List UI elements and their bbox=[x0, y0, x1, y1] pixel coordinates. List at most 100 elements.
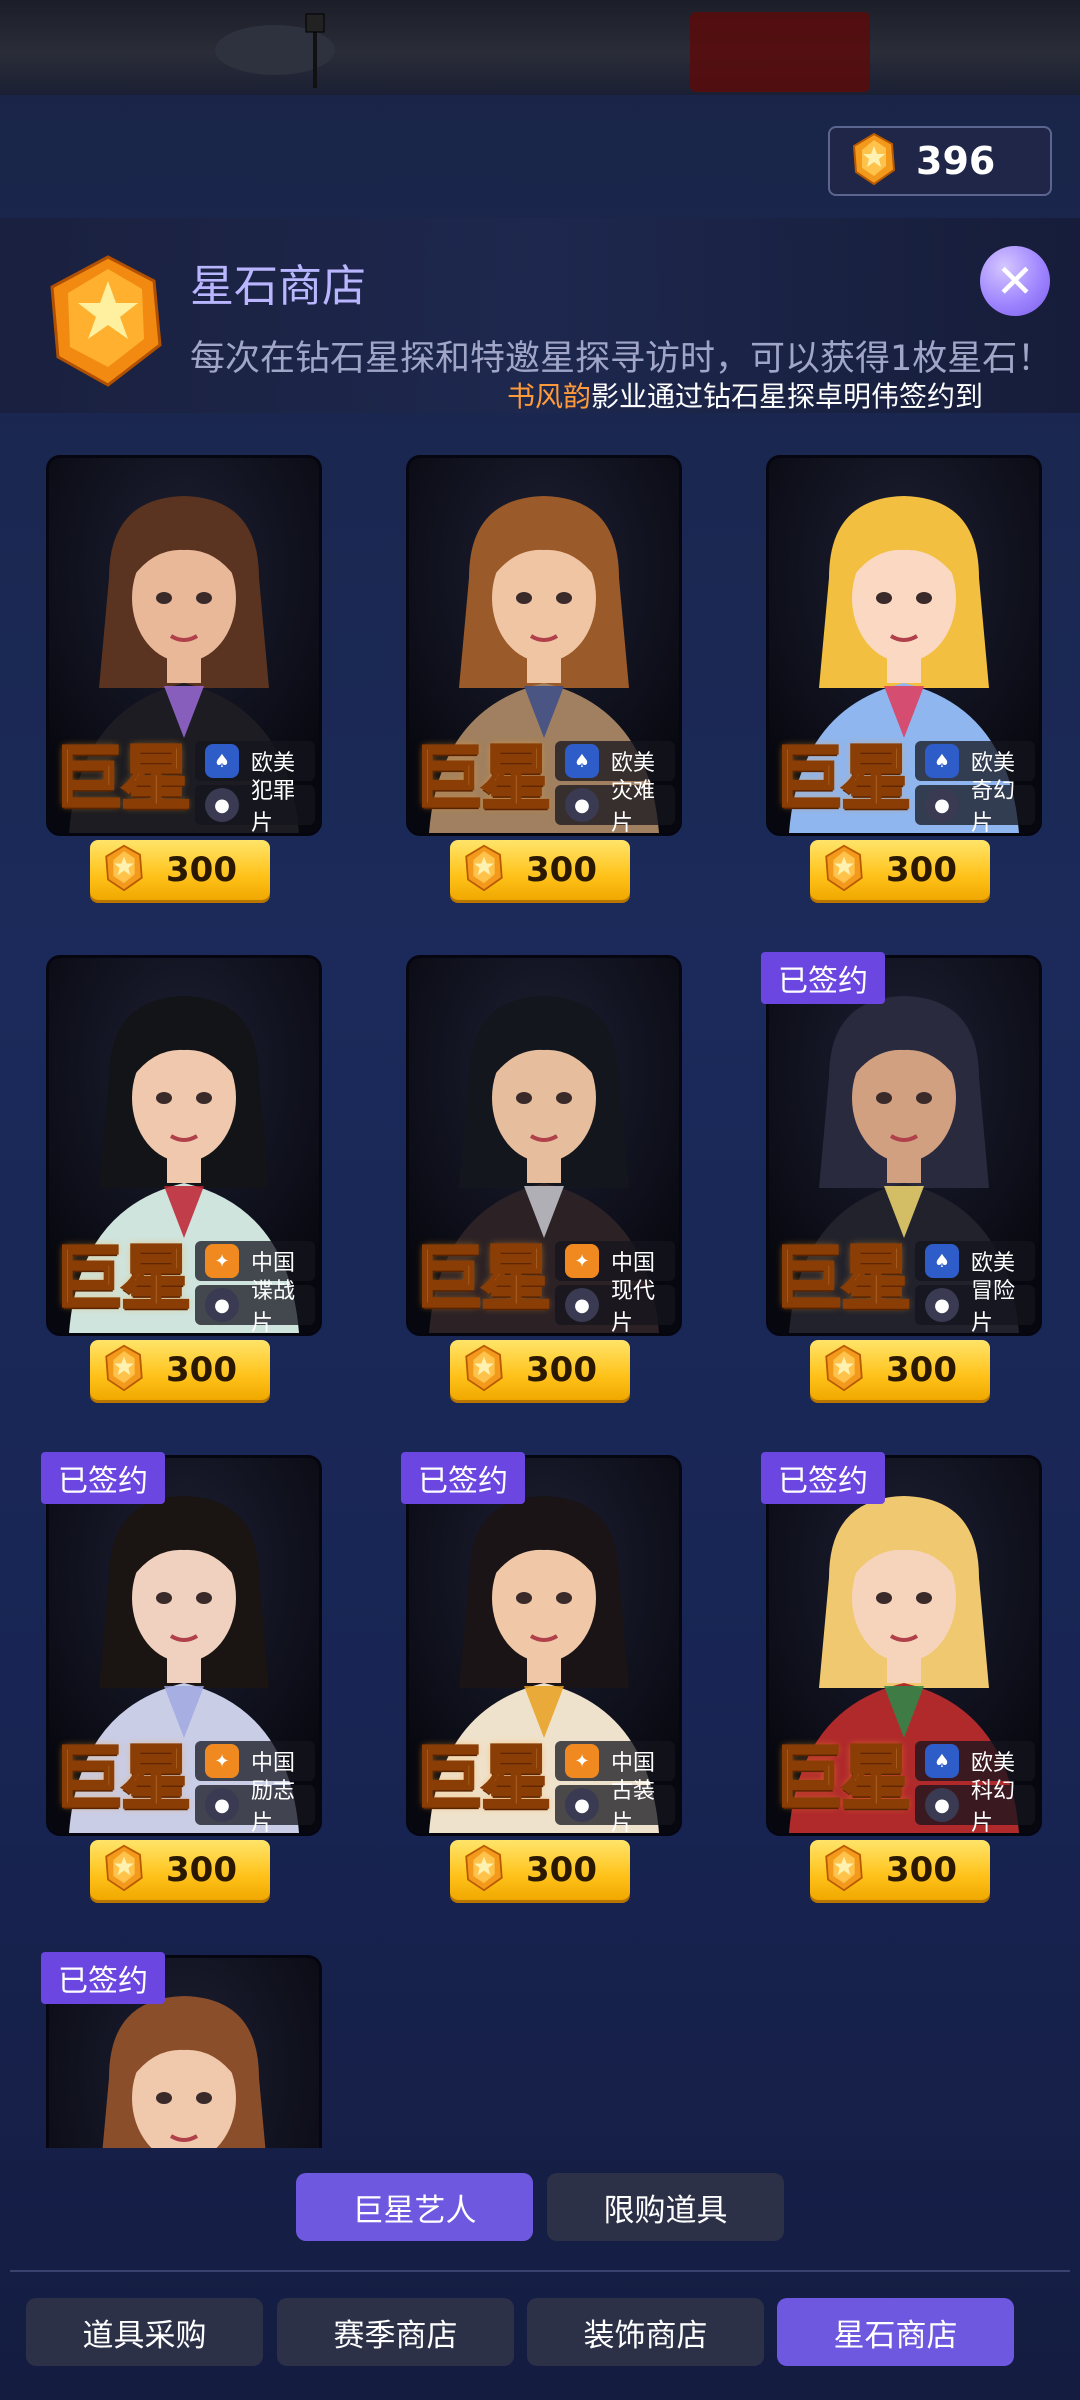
price-amount: 300 bbox=[526, 1850, 597, 1890]
star-gem-icon bbox=[464, 1344, 504, 1396]
star-gem-icon bbox=[104, 1844, 144, 1896]
price-amount: 300 bbox=[886, 850, 957, 890]
genre-icon: ● bbox=[205, 1788, 239, 1822]
genre-icon: ● bbox=[925, 788, 959, 822]
shop-title: 星石商店 bbox=[190, 261, 366, 312]
genre-tag: ● 现代片 bbox=[565, 1279, 673, 1336]
genre-label: 犯罪片 bbox=[251, 779, 296, 836]
china-flag-icon: ✦ bbox=[205, 1244, 239, 1278]
star-gem-icon bbox=[824, 1844, 864, 1896]
star-card[interactable]: 巨星 ✦ 中国 ● 古装片 已签约 bbox=[401, 1452, 682, 1836]
west-region-icon: ♠ bbox=[925, 744, 959, 778]
genre-icon: ● bbox=[565, 788, 599, 822]
star-gem-icon bbox=[852, 132, 896, 190]
price-amount: 300 bbox=[166, 850, 237, 890]
star-rank-label: 巨星 bbox=[772, 736, 913, 821]
star-card[interactable]: 巨星 ✦ 中国 ● 励志片 已签约 bbox=[41, 1452, 322, 1836]
genre-icon: ● bbox=[205, 788, 239, 822]
close-icon: ✕ bbox=[995, 254, 1035, 308]
announcement-ticker: 书风韵影业通过钻石星探卓明伟签约到 bbox=[507, 375, 983, 415]
buy-price-button[interactable]: 300 bbox=[90, 1840, 270, 1900]
scene-backdrop bbox=[0, 0, 1080, 95]
star-gem-icon bbox=[824, 844, 864, 896]
genre-label: 奇幻片 bbox=[971, 779, 1016, 836]
star-card[interactable]: 巨星 ♠ 欧美 ● 犯罪片 bbox=[46, 455, 322, 836]
genre-label: 科幻片 bbox=[971, 1779, 1016, 1836]
buy-price-button[interactable]: 300 bbox=[450, 1340, 630, 1400]
china-flag-icon: ✦ bbox=[565, 1244, 599, 1278]
shop-description: 每次在钻石星探和特邀星探寻访时，可以获得1枚星石！ bbox=[190, 339, 1053, 379]
star-card[interactable]: 已签约 bbox=[41, 1952, 322, 2148]
signed-badge: 已签约 bbox=[401, 1452, 525, 1504]
balance-amount: 396 bbox=[916, 139, 996, 183]
star-card[interactable]: 巨星 ♠ 欧美 ● 灾难片 bbox=[406, 455, 682, 836]
star-gem-icon bbox=[48, 253, 164, 393]
star-rank-label: 巨星 bbox=[772, 1736, 913, 1821]
genre-tag: ● 灾难片 bbox=[565, 779, 673, 836]
star-rank-label: 巨星 bbox=[412, 736, 553, 821]
genre-icon: ● bbox=[925, 1788, 959, 1822]
star-card[interactable]: 巨星 ✦ 中国 ● 谍战片 bbox=[46, 955, 322, 1336]
close-button[interactable]: ✕ bbox=[980, 246, 1050, 316]
star-card[interactable]: 巨星 ♠ 欧美 ● 科幻片 已签约 bbox=[761, 1452, 1042, 1836]
genre-tag: ● 科幻片 bbox=[925, 1779, 1033, 1836]
genre-icon: ● bbox=[925, 1288, 959, 1322]
buy-price-button[interactable]: 300 bbox=[450, 1840, 630, 1900]
tab-season-shop[interactable]: 赛季商店 bbox=[277, 2298, 514, 2366]
star-gem-icon bbox=[104, 844, 144, 896]
price-amount: 300 bbox=[526, 850, 597, 890]
genre-tag: ● 犯罪片 bbox=[205, 779, 313, 836]
genre-icon: ● bbox=[565, 1288, 599, 1322]
genre-label: 灾难片 bbox=[611, 779, 656, 836]
price-amount: 300 bbox=[526, 1350, 597, 1390]
genre-icon: ● bbox=[205, 1288, 239, 1322]
tab-star-stone-shop[interactable]: 星石商店 bbox=[777, 2298, 1014, 2366]
signed-badge: 已签约 bbox=[41, 1952, 165, 2004]
genre-label: 现代片 bbox=[611, 1279, 656, 1336]
ticker-company: 书风韵 bbox=[507, 380, 592, 413]
star-gem-icon bbox=[824, 1344, 864, 1396]
genre-tag: ● 励志片 bbox=[205, 1779, 313, 1836]
star-stone-balance[interactable]: 396 bbox=[828, 126, 1052, 196]
star-gem-icon bbox=[464, 844, 504, 896]
price-amount: 300 bbox=[166, 1850, 237, 1890]
tab-item-purchase[interactable]: 道具采购 bbox=[26, 2298, 263, 2366]
star-gem-icon bbox=[104, 1344, 144, 1396]
genre-label: 谍战片 bbox=[251, 1279, 296, 1336]
ticker-text: 影业通过钻石星探卓明伟签约到 bbox=[591, 380, 984, 413]
buy-price-button[interactable]: 300 bbox=[810, 1340, 990, 1400]
buy-price-button[interactable]: 300 bbox=[810, 840, 990, 900]
star-rank-label: 巨星 bbox=[772, 1236, 913, 1321]
genre-icon: ● bbox=[565, 1788, 599, 1822]
genre-tag: ● 古装片 bbox=[565, 1779, 673, 1836]
buy-price-button[interactable]: 300 bbox=[810, 1840, 990, 1900]
star-card[interactable]: 巨星 ♠ 欧美 ● 奇幻片 bbox=[766, 455, 1042, 836]
west-region-icon: ♠ bbox=[925, 1744, 959, 1778]
price-amount: 300 bbox=[166, 1350, 237, 1390]
buy-price-button[interactable]: 300 bbox=[450, 840, 630, 900]
west-region-icon: ♠ bbox=[565, 744, 599, 778]
star-rank-label: 巨星 bbox=[52, 1236, 193, 1321]
star-gem-icon bbox=[464, 1844, 504, 1896]
bottom-tab-bar: 道具采购 赛季商店 装饰商店 星石商店 bbox=[0, 2298, 1080, 2366]
west-region-icon: ♠ bbox=[925, 1244, 959, 1278]
china-flag-icon: ✦ bbox=[205, 1744, 239, 1778]
buy-price-button[interactable]: 300 bbox=[90, 1340, 270, 1400]
star-rank-label: 巨星 bbox=[412, 1236, 553, 1321]
signed-badge: 已签约 bbox=[761, 952, 885, 1004]
star-card[interactable]: 巨星 ✦ 中国 ● 现代片 bbox=[406, 955, 682, 1336]
genre-label: 冒险片 bbox=[971, 1279, 1016, 1336]
tab-decoration-shop[interactable]: 装饰商店 bbox=[527, 2298, 764, 2366]
divider bbox=[10, 2270, 1070, 2272]
buy-price-button[interactable]: 300 bbox=[90, 840, 270, 900]
star-rank-label: 巨星 bbox=[412, 1736, 553, 1821]
genre-tag: ● 谍战片 bbox=[205, 1279, 313, 1336]
signed-badge: 已签约 bbox=[41, 1452, 165, 1504]
genre-tag: ● 奇幻片 bbox=[925, 779, 1033, 836]
tab-star-artists[interactable]: 巨星艺人 bbox=[296, 2173, 533, 2241]
signed-badge: 已签约 bbox=[761, 1452, 885, 1504]
tab-limited-items[interactable]: 限购道具 bbox=[547, 2173, 784, 2241]
star-card[interactable]: 巨星 ♠ 欧美 ● 冒险片 已签约 bbox=[761, 952, 1042, 1336]
price-amount: 300 bbox=[886, 1350, 957, 1390]
star-rank-label: 巨星 bbox=[52, 1736, 193, 1821]
